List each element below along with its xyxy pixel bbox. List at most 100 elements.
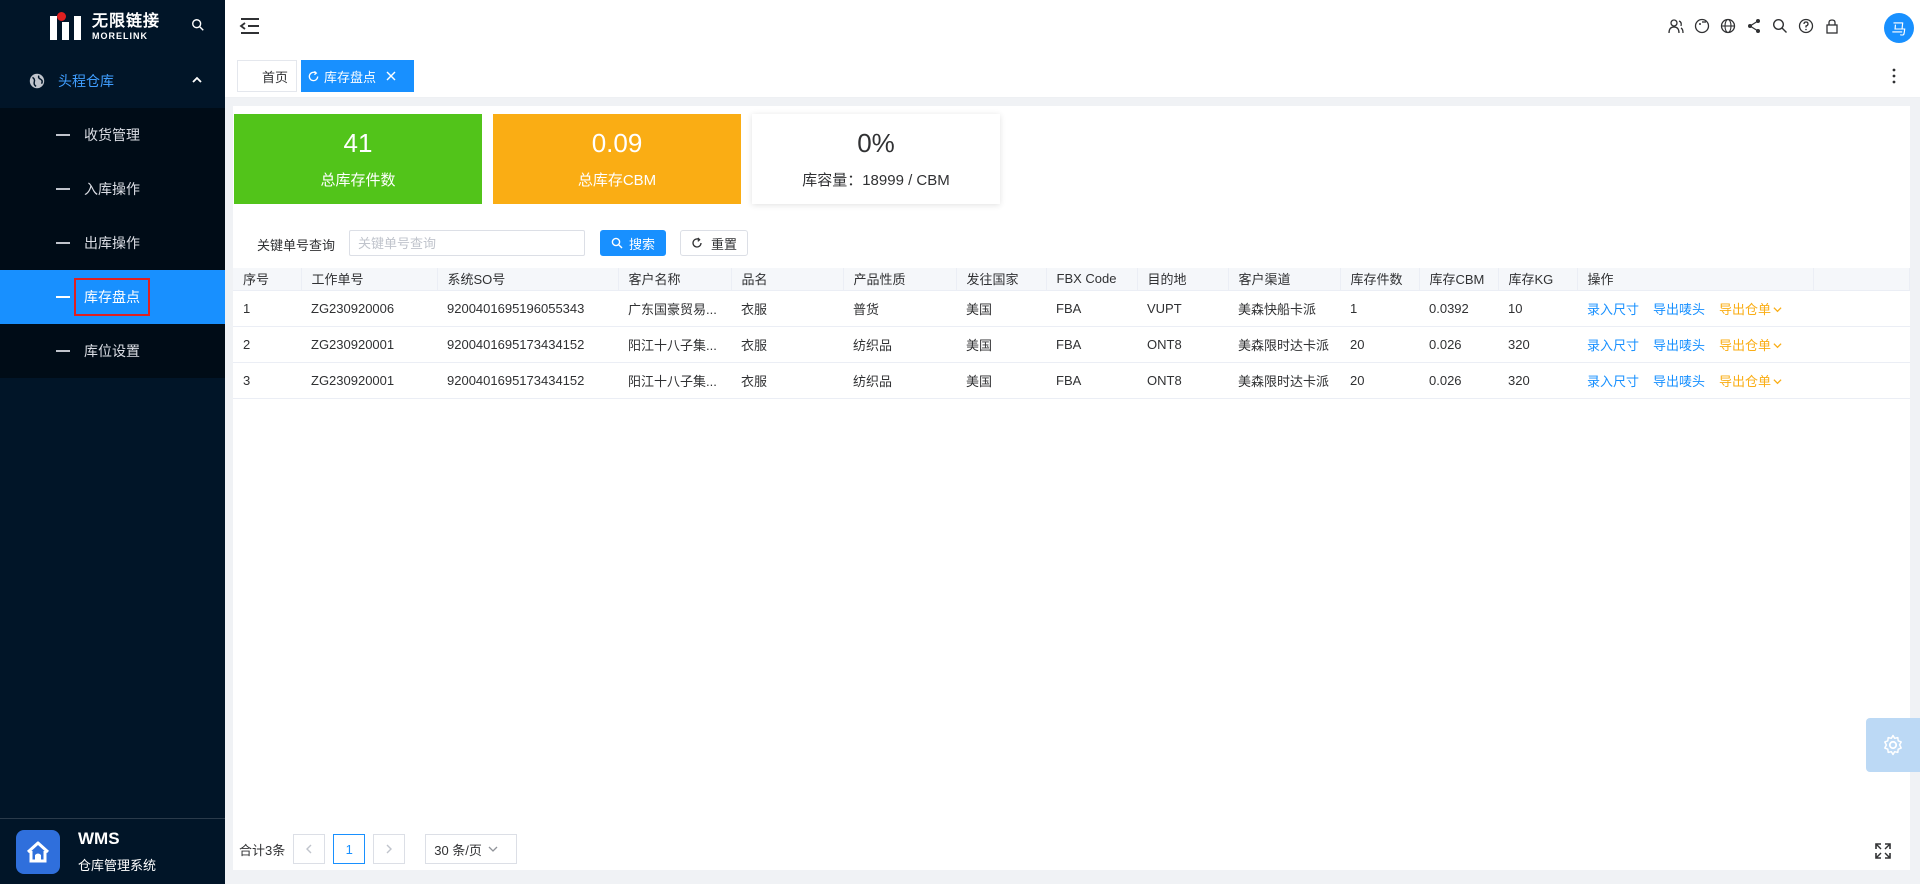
top-header: 马 — [225, 0, 1920, 54]
export-doc-dropdown[interactable]: 导出仓单 — [1719, 374, 1782, 389]
chevron-right-icon — [386, 844, 393, 854]
prev-page-button[interactable] — [293, 834, 326, 864]
main-content: 41 总库存件数 0.09 总库存CBM 0% 库容量：18999 / CBM … — [233, 106, 1910, 870]
col-header[interactable]: 系统SO号 — [437, 268, 619, 291]
export-mark-link[interactable]: 导出唛头 — [1653, 374, 1705, 389]
cell-channel: 美森快船卡派 — [1228, 290, 1340, 327]
cell-no: 3 — [233, 362, 301, 399]
stat-label: 库容量：18999 / CBM — [802, 172, 950, 189]
lock-icon[interactable] — [1824, 18, 1840, 34]
cell-job-no: ZG230920001 — [301, 326, 437, 363]
pagination-total: 合计3条 — [239, 842, 286, 858]
col-header[interactable]: 产品性质 — [843, 268, 957, 291]
col-header[interactable]: FBX Code — [1046, 268, 1138, 291]
sidebar-item-inbound[interactable]: 入库操作 — [0, 162, 225, 216]
cell-nature: 普货 — [843, 290, 956, 327]
cell-channel: 美森限时达卡派 — [1228, 362, 1340, 399]
cell-fbx: FBA — [1046, 362, 1137, 399]
col-header[interactable]: 库存件数 — [1340, 268, 1420, 291]
more-vertical-icon[interactable] — [1892, 68, 1896, 84]
cell-so-no: 9200401695173434152 — [437, 362, 618, 399]
export-mark-link[interactable]: 导出唛头 — [1653, 302, 1705, 317]
table-header-row: 序号 工作单号 系统SO号 客户名称 品名 产品性质 发往国家 FBX Code… — [233, 268, 1910, 291]
refresh-icon[interactable] — [307, 70, 320, 83]
sidebar-item-outbound[interactable]: 出库操作 — [0, 216, 225, 270]
cell-nature: 纺织品 — [843, 326, 956, 363]
cell-cbm: 0.0392 — [1419, 290, 1498, 327]
sidebar-item-location-settings[interactable]: 库位设置 — [0, 324, 225, 378]
cell-cbm: 0.026 — [1419, 362, 1498, 399]
col-header[interactable]: 序号 — [233, 268, 302, 291]
home-icon[interactable] — [16, 829, 60, 874]
cell-nature: 纺织品 — [843, 362, 956, 399]
collapse-menu-icon[interactable] — [239, 16, 261, 36]
col-header[interactable]: 操作 — [1577, 268, 1814, 291]
col-header[interactable]: 客户名称 — [618, 268, 732, 291]
globe-icon[interactable] — [1720, 18, 1736, 34]
stat-value: 0% — [857, 128, 895, 158]
cell-job-no: ZG230920006 — [301, 290, 437, 327]
cell-no: 2 — [233, 326, 301, 363]
tab-inventory-count[interactable]: 库存盘点 — [301, 60, 414, 92]
search-button[interactable]: 搜索 — [600, 230, 666, 256]
next-page-button[interactable] — [373, 834, 406, 864]
col-header[interactable]: 发往国家 — [956, 268, 1047, 291]
enter-size-link[interactable]: 录入尺寸 — [1587, 338, 1639, 353]
col-header[interactable]: 客户渠道 — [1228, 268, 1341, 291]
help-icon[interactable] — [1798, 18, 1814, 34]
search-input[interactable] — [349, 230, 585, 256]
close-icon[interactable] — [386, 71, 396, 81]
user-avatar[interactable]: 马 — [1884, 13, 1914, 43]
tabs-bar: 首页 库存盘点 — [225, 54, 1920, 98]
menu-group-head-warehouse[interactable]: 头程仓库 — [0, 54, 225, 108]
inventory-table: 序号 工作单号 系统SO号 客户名称 品名 产品性质 发往国家 FBX Code… — [233, 268, 1910, 399]
cell-kg: 10 — [1498, 290, 1577, 327]
table-row: 1 ZG230920006 9200401695196055343 广东国豪贸易… — [233, 290, 1910, 327]
search-icon — [611, 237, 623, 249]
chevron-left-icon — [306, 844, 312, 854]
enter-size-link[interactable]: 录入尺寸 — [1587, 302, 1639, 317]
chevron-down-icon — [1773, 306, 1782, 312]
fullscreen-icon[interactable] — [1874, 842, 1892, 860]
cell-dest: VUPT — [1137, 290, 1228, 327]
col-header[interactable]: 品名 — [731, 268, 844, 291]
stat-label: 总库存CBM — [577, 172, 657, 189]
page-number-button[interactable]: 1 — [333, 834, 366, 864]
reset-button[interactable]: 重置 — [680, 230, 748, 256]
chevron-down-icon — [1773, 342, 1782, 348]
sidebar-item-inventory-count[interactable]: 库存盘点 — [0, 270, 225, 324]
gear-icon — [1884, 734, 1902, 756]
menu-search-icon[interactable] — [191, 18, 205, 32]
cell-so-no: 9200401695173434152 — [437, 326, 618, 363]
export-doc-dropdown[interactable]: 导出仓单 — [1719, 338, 1782, 353]
page-size-select[interactable]: 30 条/页 — [425, 834, 518, 864]
cell-customer: 广东国豪贸易... — [618, 290, 731, 327]
tag-icon[interactable] — [1694, 18, 1710, 34]
cell-actions: 录入尺寸 导出唛头 导出仓单 — [1577, 362, 1813, 399]
tab-home[interactable]: 首页 — [237, 60, 297, 92]
cell-product: 衣服 — [731, 362, 843, 399]
col-header[interactable]: 库存CBM — [1419, 268, 1499, 291]
col-header[interactable]: 工作单号 — [301, 268, 438, 291]
share-icon[interactable] — [1746, 18, 1762, 34]
enter-size-link[interactable]: 录入尺寸 — [1587, 374, 1639, 389]
search-icon[interactable] — [1772, 18, 1788, 34]
cell-fbx: FBA — [1046, 290, 1137, 327]
sidebar-item-receiving[interactable]: 收货管理 — [0, 108, 225, 162]
cell-no: 1 — [233, 290, 301, 327]
col-header[interactable]: 库存KG — [1498, 268, 1578, 291]
cell-dest: ONT8 — [1137, 326, 1228, 363]
col-header-filler — [1813, 268, 1910, 291]
col-header[interactable]: 目的地 — [1137, 268, 1229, 291]
pagination: 合计3条 1 30 条/页 — [239, 834, 518, 864]
cell-pieces: 1 — [1340, 290, 1419, 327]
settings-float-button[interactable] — [1866, 718, 1920, 772]
export-doc-dropdown[interactable]: 导出仓单 — [1719, 302, 1782, 317]
globe-icon — [29, 73, 45, 89]
stat-value: 0.09 — [591, 128, 643, 158]
cell-product: 衣服 — [731, 326, 843, 363]
logo[interactable]: 无限链接 MORELINK — [0, 0, 225, 54]
cell-cbm: 0.026 — [1419, 326, 1498, 363]
users-icon[interactable] — [1668, 18, 1684, 34]
export-mark-link[interactable]: 导出唛头 — [1653, 338, 1705, 353]
